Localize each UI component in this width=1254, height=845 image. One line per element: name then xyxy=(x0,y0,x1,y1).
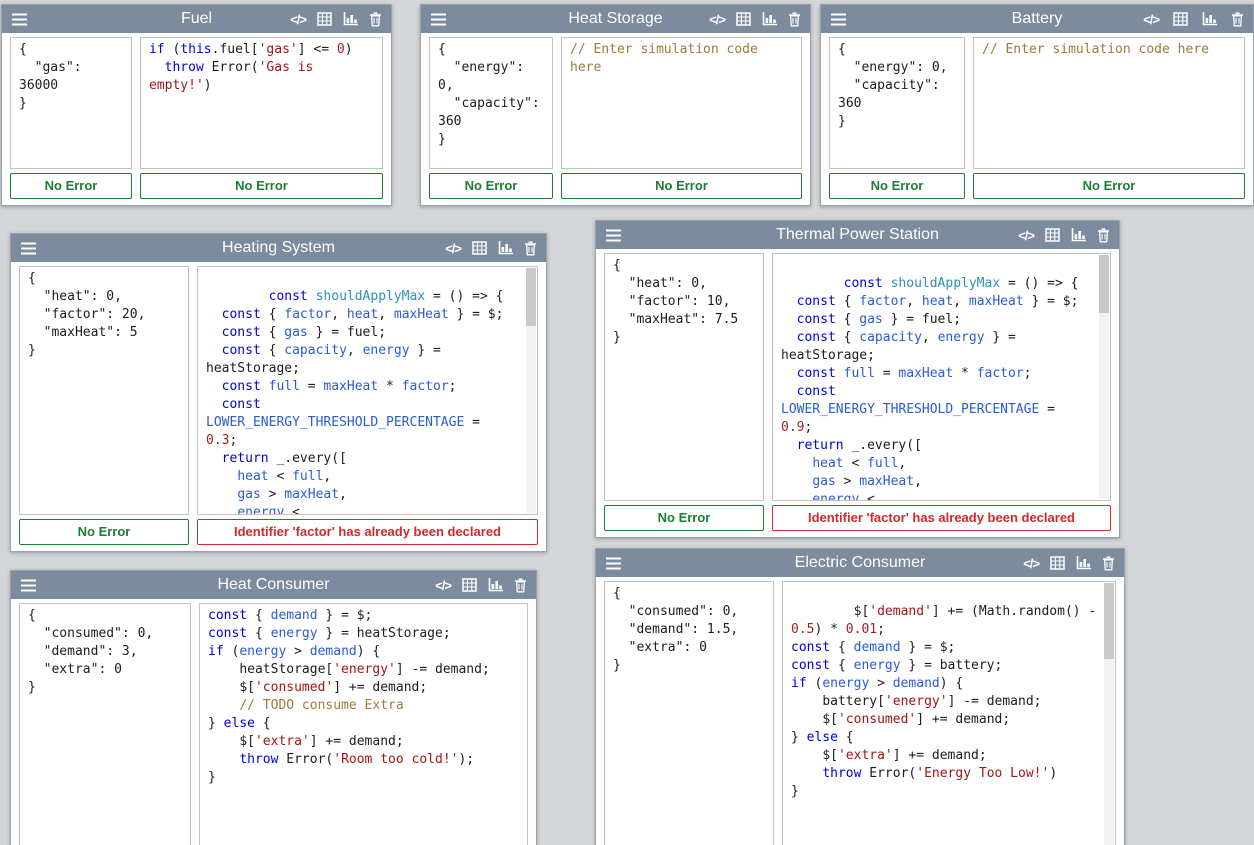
widget-body: { "consumed": 0, "demand": 3, "extra": 0… xyxy=(11,599,536,845)
status-row: No Error No Error xyxy=(821,171,1253,205)
state-editor[interactable]: { "consumed": 0, "demand": 1.5, "extra":… xyxy=(604,581,774,845)
bar-chart-icon[interactable] xyxy=(762,12,777,26)
table-icon[interactable] xyxy=(736,12,751,26)
status-row: No Error No Error xyxy=(2,171,391,205)
code-editor[interactable]: if (this.fuel['gas'] <= 0) throw Error('… xyxy=(140,37,383,169)
trash-icon[interactable] xyxy=(514,578,527,593)
status-row: No Error Identifier 'factor' has already… xyxy=(596,503,1119,537)
table-icon[interactable] xyxy=(472,241,487,255)
widget-header: Thermal Power Station </> xyxy=(596,221,1119,249)
scrollbar[interactable] xyxy=(1099,255,1109,499)
table-icon[interactable] xyxy=(1173,12,1188,26)
menu-icon[interactable] xyxy=(430,13,447,26)
state-editor[interactable]: { "consumed": 0, "demand": 3, "extra": 0… xyxy=(19,603,191,845)
state-editor[interactable]: { "energy": 0, "capacity": 360 } xyxy=(829,37,965,169)
trash-icon[interactable] xyxy=(369,12,382,27)
widget-heat-consumer: Heat Consumer </> { "consumed": 0, "dema… xyxy=(10,570,537,845)
code-view-icon[interactable]: </> xyxy=(709,13,725,26)
widget-header: Battery </> xyxy=(821,5,1253,33)
menu-icon[interactable] xyxy=(20,579,37,592)
bar-chart-icon[interactable] xyxy=(1202,12,1217,26)
code-editor[interactable]: // Enter simulation code here xyxy=(561,37,802,169)
code-view-icon[interactable]: </> xyxy=(1143,13,1159,26)
widget-header: Fuel </> xyxy=(2,5,391,33)
scrollbar[interactable] xyxy=(526,268,536,513)
state-editor[interactable]: { "energy": 0, "capacity": 360 } xyxy=(429,37,553,169)
scrollbar-thumb[interactable] xyxy=(526,268,536,326)
state-status[interactable]: No Error xyxy=(604,505,764,531)
code-status[interactable]: Identifier 'factor' has already been dec… xyxy=(197,519,538,545)
menu-icon[interactable] xyxy=(830,13,847,26)
state-editor[interactable]: { "heat": 0, "factor": 10, "maxHeat": 7.… xyxy=(604,253,764,501)
widget-body: { "heat": 0, "factor": 10, "maxHeat": 7.… xyxy=(596,249,1119,503)
bar-chart-icon[interactable] xyxy=(488,578,503,592)
widget-body: { "gas": 36000 } if (this.fuel['gas'] <=… xyxy=(2,33,391,171)
menu-icon[interactable] xyxy=(11,13,28,26)
code-editor[interactable]: const shouldApplyMax = () => { const { f… xyxy=(197,266,538,515)
table-icon[interactable] xyxy=(1050,556,1065,570)
state-status[interactable]: No Error xyxy=(429,173,553,199)
menu-icon[interactable] xyxy=(20,242,37,255)
bar-chart-icon[interactable] xyxy=(498,241,513,255)
widget-body: { "energy": 0, "capacity": 360 } // Ente… xyxy=(421,33,810,171)
state-status[interactable]: No Error xyxy=(829,173,965,199)
widget-body: { "heat": 0, "factor": 20, "maxHeat": 5 … xyxy=(11,262,546,517)
widget-body: { "consumed": 0, "demand": 1.5, "extra":… xyxy=(596,577,1124,845)
code-editor[interactable]: // Enter simulation code here xyxy=(973,37,1245,169)
widget-heating-system: Heating System </> { "heat": 0, "factor"… xyxy=(10,233,547,552)
table-icon[interactable] xyxy=(462,578,477,592)
widget-fuel: Fuel </> { "gas": 36000 } if (this.fuel[… xyxy=(1,4,392,206)
bar-chart-icon[interactable] xyxy=(1076,556,1091,570)
table-icon[interactable] xyxy=(317,12,332,26)
code-view-icon[interactable]: </> xyxy=(290,13,306,26)
trash-icon[interactable] xyxy=(1097,228,1110,243)
code-view-icon[interactable]: </> xyxy=(445,242,461,255)
state-editor[interactable]: { "gas": 36000 } xyxy=(10,37,132,169)
code-status[interactable]: No Error xyxy=(973,173,1245,199)
widget-header: Heating System </> xyxy=(11,234,546,262)
code-status[interactable]: No Error xyxy=(140,173,383,199)
trash-icon[interactable] xyxy=(1102,556,1115,571)
simulation-dashboard: Fuel </> { "gas": 36000 } if (this.fuel[… xyxy=(0,0,1254,845)
status-row: No Error Identifier 'factor' has already… xyxy=(11,517,546,551)
code-editor[interactable]: const shouldApplyMax = () => { const { f… xyxy=(772,253,1111,501)
widget-thermal-power-station: Thermal Power Station </> { "heat": 0, "… xyxy=(595,220,1120,538)
menu-icon[interactable] xyxy=(605,229,622,242)
code-editor[interactable]: $['demand'] += (Math.random() - 0.5) * 0… xyxy=(782,581,1116,845)
scrollbar-thumb[interactable] xyxy=(1104,583,1114,659)
code-editor[interactable]: const { demand } = $; const { energy } =… xyxy=(199,603,528,845)
menu-icon[interactable] xyxy=(605,557,622,570)
state-status[interactable]: No Error xyxy=(10,173,132,199)
widget-header: Heat Storage </> xyxy=(421,5,810,33)
trash-icon[interactable] xyxy=(524,241,537,256)
widget-electric-consumer: Electric Consumer </> { "consumed": 0, "… xyxy=(595,548,1125,845)
table-icon[interactable] xyxy=(1045,228,1060,242)
bar-chart-icon[interactable] xyxy=(343,12,358,26)
code-view-icon[interactable]: </> xyxy=(1018,229,1034,242)
state-editor[interactable]: { "heat": 0, "factor": 20, "maxHeat": 5 … xyxy=(19,266,189,515)
bar-chart-icon[interactable] xyxy=(1071,228,1086,242)
trash-icon[interactable] xyxy=(1231,12,1244,27)
widget-header: Electric Consumer </> xyxy=(596,549,1124,577)
code-view-icon[interactable]: </> xyxy=(1023,557,1039,570)
code-status[interactable]: No Error xyxy=(561,173,802,199)
widget-battery: Battery </> { "energy": 0, "capacity": 3… xyxy=(820,4,1254,206)
status-row: No Error No Error xyxy=(421,171,810,205)
scrollbar[interactable] xyxy=(1104,583,1114,845)
widget-header: Heat Consumer </> xyxy=(11,571,536,599)
scrollbar-thumb[interactable] xyxy=(1099,255,1109,313)
widget-body: { "energy": 0, "capacity": 360 } // Ente… xyxy=(821,33,1253,171)
widget-heat-storage: Heat Storage </> { "energy": 0, "capacit… xyxy=(420,4,811,206)
code-view-icon[interactable]: </> xyxy=(435,579,451,592)
code-status[interactable]: Identifier 'factor' has already been dec… xyxy=(772,505,1111,531)
trash-icon[interactable] xyxy=(788,12,801,27)
state-status[interactable]: No Error xyxy=(19,519,189,545)
